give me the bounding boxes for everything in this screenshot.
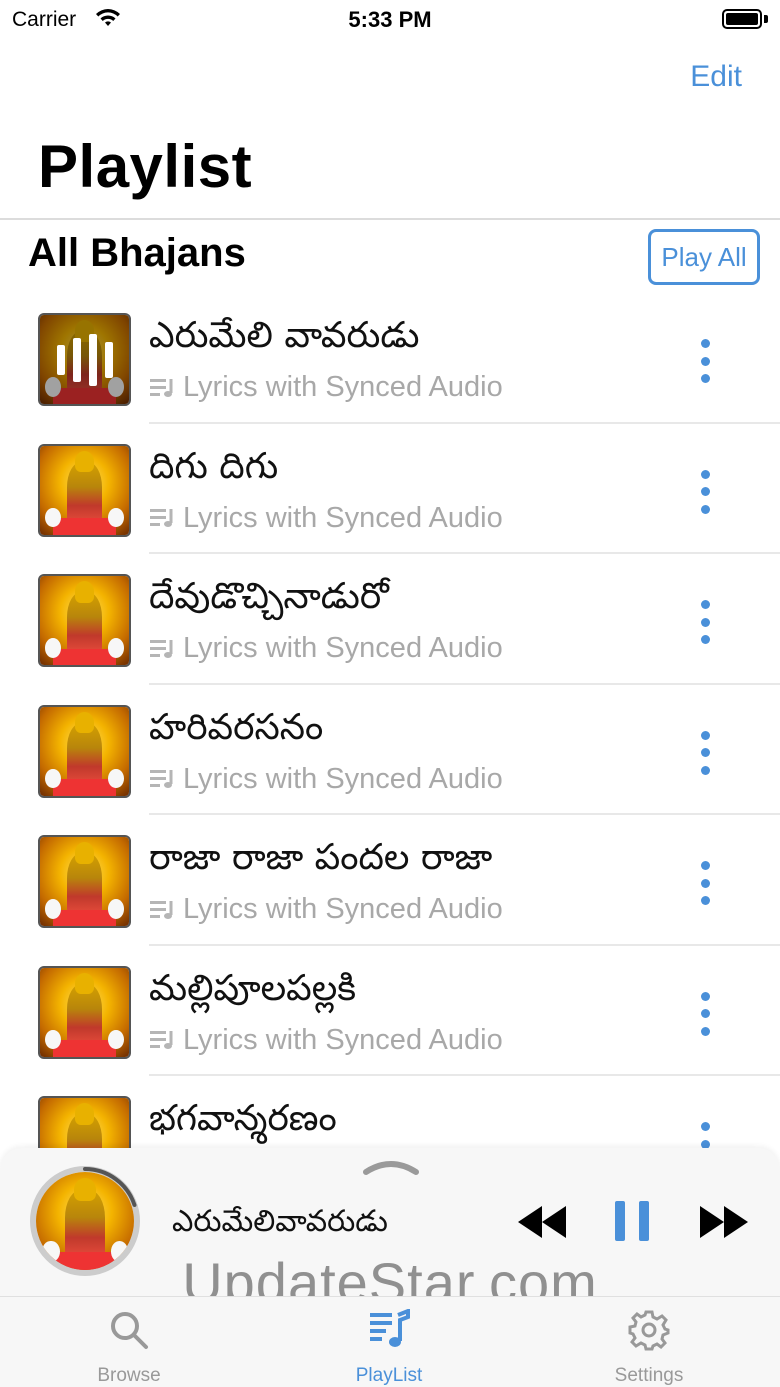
song-artwork <box>38 313 131 406</box>
song-row[interactable]: ఎరుమేలి వావరుడు Lyrics with Synced Audio <box>0 293 780 424</box>
lyrics-icon <box>150 1031 173 1049</box>
song-artwork <box>38 965 131 1059</box>
header-divider <box>0 218 780 220</box>
song-subtitle: Lyrics with Synced Audio <box>149 763 503 796</box>
play-all-button[interactable]: Play All <box>648 229 760 285</box>
now-playing-title: ఎరుమేలివావరుడు <box>172 1204 388 1239</box>
song-artwork <box>38 443 131 537</box>
song-row[interactable]: దేవుడొచ్చినాడురో Lyrics with Synced Audio <box>0 554 780 685</box>
page-title: Playlist <box>38 133 253 200</box>
lyrics-icon <box>150 770 173 788</box>
chevron-up-icon[interactable] <box>362 1156 420 1176</box>
equalizer-icon <box>40 315 129 404</box>
song-title: దేవుడొచ్చినాడురో <box>149 576 389 617</box>
song-title: మల్లిపూలపల్లకి <box>149 967 357 1009</box>
song-row[interactable]: రాజా రాజా పందల రాజా Lyrics with Synced Au… <box>0 815 780 946</box>
song-title: రాజా రాజా పందల రాజా <box>149 837 493 878</box>
lyrics-icon <box>150 509 173 527</box>
song-artwork <box>38 574 131 667</box>
song-subtitle-text: Lyrics with Synced Audio <box>183 632 503 664</box>
song-subtitle: Lyrics with Synced Audio <box>149 1024 503 1057</box>
edit-button[interactable]: Edit <box>690 60 742 94</box>
playback-progress-ring <box>31 1167 139 1275</box>
fast-forward-button[interactable] <box>698 1204 750 1240</box>
gear-icon <box>628 1310 670 1351</box>
tab-settings[interactable]: Settings <box>559 1297 739 1387</box>
song-subtitle: Lyrics with Synced Audio <box>149 632 503 665</box>
song-title: భగవాన్శరణం <box>149 1098 337 1139</box>
song-row[interactable]: హరివరసనం Lyrics with Synced Audio <box>0 685 780 815</box>
song-subtitle: Lyrics with Synced Audio <box>149 502 503 535</box>
lyrics-icon <box>150 900 173 919</box>
section-title: All Bhajans <box>28 231 246 275</box>
song-artwork <box>38 704 131 798</box>
status-bar: Carrier 5:33 PM <box>0 0 780 40</box>
battery-icon <box>722 9 762 29</box>
search-icon <box>111 1312 148 1349</box>
song-subtitle: Lyrics with Synced Audio <box>149 893 503 926</box>
song-title: హరివరసనం <box>149 706 324 748</box>
song-subtitle-text: Lyrics with Synced Audio <box>183 501 503 534</box>
battery-nub <box>764 15 768 23</box>
more-options-button[interactable] <box>690 991 720 1036</box>
tab-playlist[interactable]: PlayList <box>299 1297 479 1387</box>
song-subtitle-text: Lyrics with Synced Audio <box>183 893 503 925</box>
mini-player[interactable]: ఎరుమేలివావరుడు <box>0 1148 780 1296</box>
lyrics-icon <box>150 639 173 658</box>
more-options-button[interactable] <box>690 469 720 514</box>
pause-button[interactable] <box>612 1199 652 1243</box>
song-subtitle: Lyrics with Synced Audio <box>149 371 503 404</box>
more-options-button[interactable] <box>690 730 720 775</box>
tab-settings-label: Settings <box>614 1365 684 1386</box>
song-list: ఎరుమేలి వావరుడు Lyrics with Synced Audio ద… <box>0 293 780 1207</box>
tab-browse[interactable]: Browse <box>39 1297 219 1387</box>
song-subtitle-text: Lyrics with Synced Audio <box>183 1023 503 1056</box>
tab-browse-label: Browse <box>97 1365 161 1386</box>
song-row[interactable]: దిగు దిగు Lyrics with Synced Audio <box>0 424 780 554</box>
song-subtitle-text: Lyrics with Synced Audio <box>183 371 503 403</box>
tab-bar: Browse PlayList Settings <box>0 1296 780 1387</box>
more-options-button[interactable] <box>690 339 720 383</box>
song-row[interactable]: మల్లిపూలపల్లకి Lyrics with Synced Audio <box>0 946 780 1076</box>
song-artwork <box>38 835 131 928</box>
tab-playlist-label: PlayList <box>355 1365 423 1386</box>
more-options-button[interactable] <box>690 600 720 644</box>
song-title: దిగు దిగు <box>149 445 279 487</box>
song-title: ఎరుమేలి వావరుడు <box>149 315 420 356</box>
song-subtitle-text: Lyrics with Synced Audio <box>183 762 503 795</box>
playlist-icon <box>370 1309 410 1347</box>
clock: 5:33 PM <box>348 7 432 32</box>
rewind-button[interactable] <box>516 1204 568 1240</box>
lyrics-icon <box>150 378 173 397</box>
more-options-button[interactable] <box>690 861 720 905</box>
